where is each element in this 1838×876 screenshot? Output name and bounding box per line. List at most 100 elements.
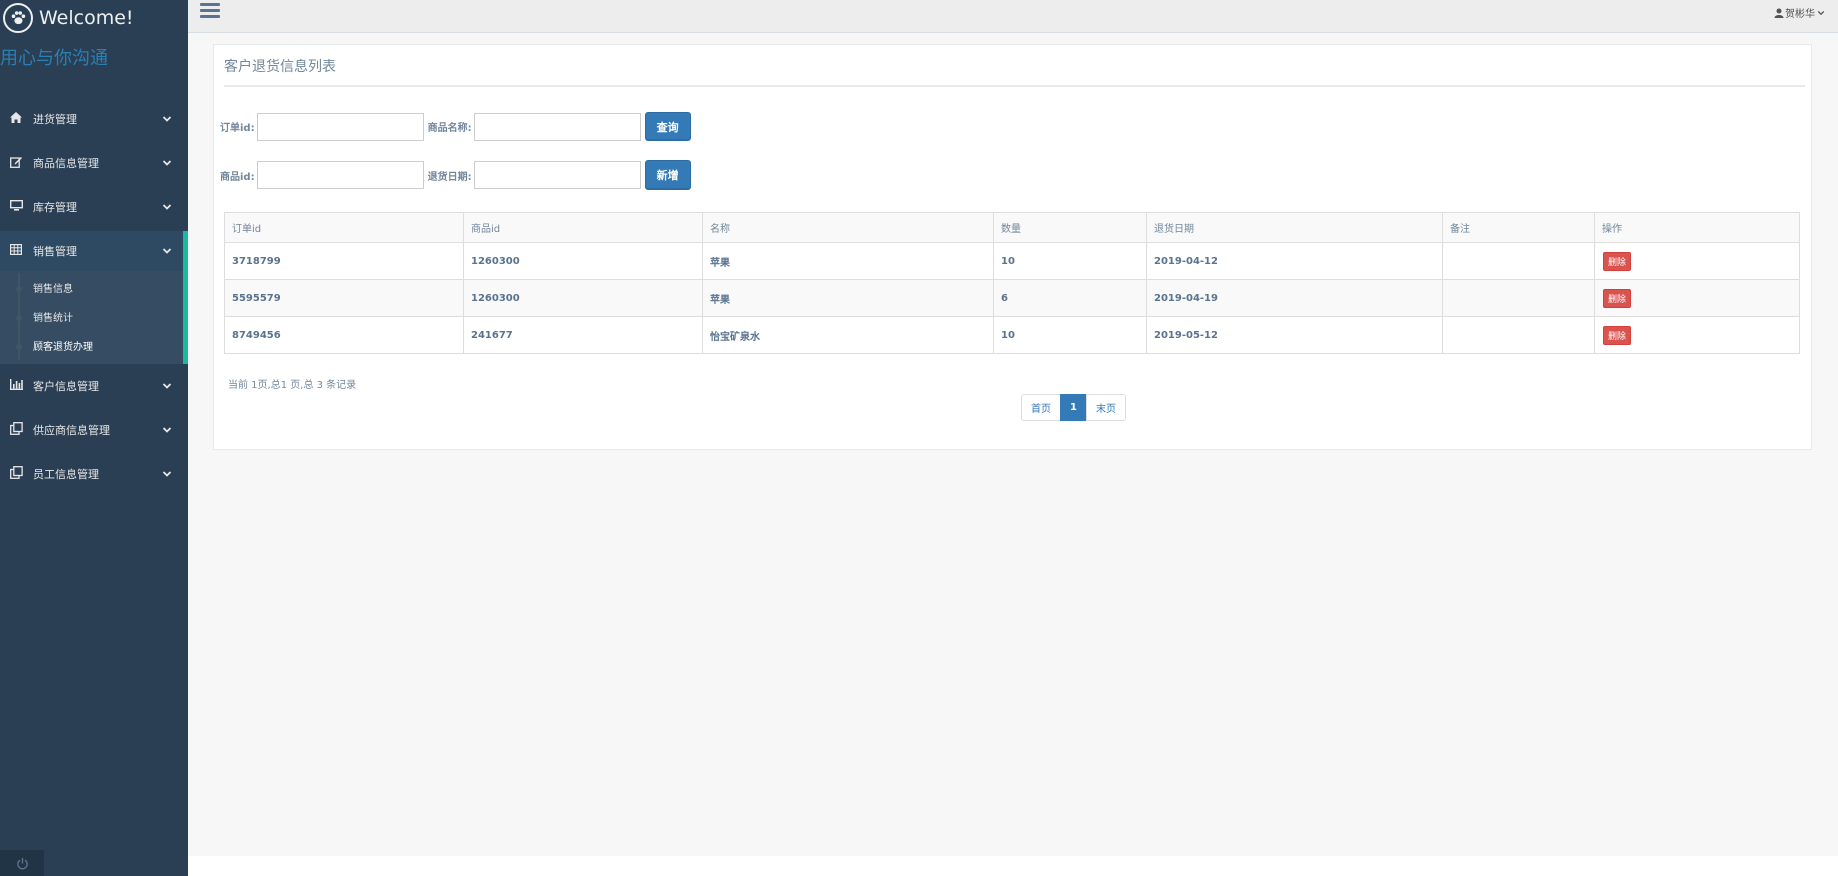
cell-action: 删除 [1594, 242, 1800, 280]
returns-table: 订单id 商品id 名称 数量 退货日期 备注 操作 3718799 12603… [224, 212, 1800, 354]
sidebar-item-customer-info[interactable]: 客户信息管理 [0, 364, 188, 408]
return-date-label: 退货日期: [427, 171, 472, 183]
col-name: 名称 [702, 212, 994, 243]
power-off-icon [16, 857, 28, 869]
col-action: 操作 [1594, 212, 1800, 243]
add-button[interactable]: 新增 [644, 160, 691, 190]
pagination: 首页 1 末页 [1021, 394, 1126, 421]
col-product-id: 商品id [463, 212, 703, 243]
cell-quantity: 10 [993, 242, 1147, 280]
brand[interactable]: Welcome! [0, 0, 188, 33]
product-name-input[interactable] [473, 112, 641, 141]
sidebar-item-label: 供应商信息管理 [33, 424, 110, 437]
sidebar-item-label: 客户信息管理 [33, 380, 99, 393]
cell-quantity: 6 [993, 279, 1147, 317]
sidebar-subitem-label: 顾客退货办理 [33, 342, 93, 353]
delete-button[interactable]: 删除 [1603, 251, 1632, 271]
col-quantity: 数量 [993, 212, 1147, 243]
user-icon [1774, 8, 1784, 18]
cell-action: 删除 [1594, 279, 1800, 317]
cell-order-id: 8749456 [224, 316, 464, 354]
cell-action: 删除 [1594, 316, 1800, 354]
page-1-button[interactable]: 1 [1060, 394, 1087, 421]
cell-name: 怡宝矿泉水 [702, 316, 994, 354]
sidebar-subitem-sales-stats[interactable]: 销售统计 [0, 302, 183, 331]
sidebar-subitem-label: 销售统计 [33, 313, 73, 324]
product-id-label: 商品id: [220, 171, 255, 183]
cell-return-date: 2019-04-19 [1146, 279, 1443, 317]
chevron-down-icon [162, 160, 172, 166]
chevron-down-icon [162, 116, 172, 122]
page-title: 客户退货信息列表 [224, 59, 336, 75]
cell-note [1442, 242, 1595, 280]
table-row: 3718799 1260300 苹果 10 2019-04-12 删除 [224, 242, 1800, 280]
sidebar-subitem-customer-returns[interactable]: 顾客退货办理 [0, 331, 183, 360]
product-id-input[interactable] [256, 161, 424, 189]
bar-chart-icon [8, 379, 24, 393]
sidebar-subitem-sales-info[interactable]: 销售信息 [0, 273, 183, 302]
cell-product-id: 241677 [463, 316, 703, 354]
cell-note [1442, 279, 1595, 317]
sidebar-item-inventory[interactable]: 库存管理 [0, 185, 188, 229]
table-header-row: 订单id 商品id 名称 数量 退货日期 备注 操作 [224, 212, 1800, 243]
footer [188, 856, 1838, 876]
sidebar: Welcome! 用心与你沟通 进货管理 商品信息管理 库存管理 销售管理 销售… [0, 0, 188, 876]
chevron-down-icon [162, 248, 172, 254]
last-page-button[interactable]: 末页 [1086, 394, 1126, 421]
sidebar-item-staff-info[interactable]: 员工信息管理 [0, 452, 188, 496]
menu-toggle-icon[interactable] [200, 0, 220, 20]
sidebar-item-label: 商品信息管理 [33, 157, 99, 170]
table-row: 5595579 1260300 苹果 6 2019-04-19 删除 [224, 279, 1800, 317]
delete-button[interactable]: 删除 [1603, 288, 1632, 308]
query-button[interactable]: 查询 [644, 112, 691, 141]
delete-button[interactable]: 删除 [1603, 325, 1632, 345]
paw-icon [3, 3, 33, 33]
sidebar-subitem-label: 销售信息 [33, 284, 73, 295]
sidebar-item-label: 销售管理 [33, 245, 77, 258]
logout-button[interactable] [0, 850, 44, 876]
chevron-down-icon [162, 471, 172, 477]
cell-return-date: 2019-04-12 [1146, 242, 1443, 280]
order-id-label: 订单id: [220, 123, 255, 134]
sidebar-item-purchase[interactable]: 进货管理 [0, 97, 188, 141]
returns-panel: 客户退货信息列表 订单id: 商品名称: 查询 商品id: 退货日期: 新增 订… [213, 44, 1812, 450]
order-id-input[interactable] [256, 112, 424, 141]
sales-submenu: 销售信息 销售统计 顾客退货办理 [0, 271, 188, 364]
cell-return-date: 2019-05-12 [1146, 316, 1443, 354]
divider [224, 85, 1805, 87]
table-icon [8, 244, 24, 258]
clone-icon [8, 466, 24, 482]
product-name-label: 商品名称: [427, 123, 472, 134]
pagination-info: 当前 1页,总1 页,总 3 条记录 [228, 380, 357, 391]
sidebar-item-supplier-info[interactable]: 供应商信息管理 [0, 408, 188, 452]
home-icon [8, 112, 24, 126]
return-date-input[interactable] [473, 161, 641, 189]
first-page-button[interactable]: 首页 [1021, 394, 1061, 421]
cell-order-id: 3718799 [224, 242, 464, 280]
col-return-date: 退货日期 [1146, 212, 1443, 243]
top-nav: 贺彬华 [188, 0, 1838, 33]
cell-quantity: 10 [993, 316, 1147, 354]
cell-product-id: 1260300 [463, 279, 703, 317]
col-note: 备注 [1442, 212, 1595, 243]
filter-row-2: 商品id: 退货日期: 新增 [220, 160, 691, 190]
brand-title: Welcome! [39, 7, 134, 29]
side-menu: 进货管理 商品信息管理 库存管理 销售管理 销售信息 销售统计 顾客退货办理 客… [0, 97, 188, 496]
chevron-down-icon [1817, 10, 1825, 15]
sidebar-item-label: 库存管理 [33, 201, 77, 214]
chevron-down-icon [162, 204, 172, 210]
user-menu[interactable]: 贺彬华 [1774, 5, 1825, 20]
chevron-down-icon [162, 383, 172, 389]
clone-icon [8, 422, 24, 438]
sidebar-item-product-info[interactable]: 商品信息管理 [0, 141, 188, 185]
table-row: 8749456 241677 怡宝矿泉水 10 2019-05-12 删除 [224, 316, 1800, 354]
cell-product-id: 1260300 [463, 242, 703, 280]
cell-order-id: 5595579 [224, 279, 464, 317]
filter-row-1: 订单id: 商品名称: 查询 [220, 112, 691, 141]
desktop-icon [8, 199, 24, 214]
user-name: 贺彬华 [1785, 9, 1815, 20]
sidebar-item-sales[interactable]: 销售管理 [0, 231, 188, 271]
sidebar-item-label: 员工信息管理 [33, 468, 99, 481]
edit-icon [8, 156, 24, 171]
cell-name: 苹果 [702, 242, 994, 280]
